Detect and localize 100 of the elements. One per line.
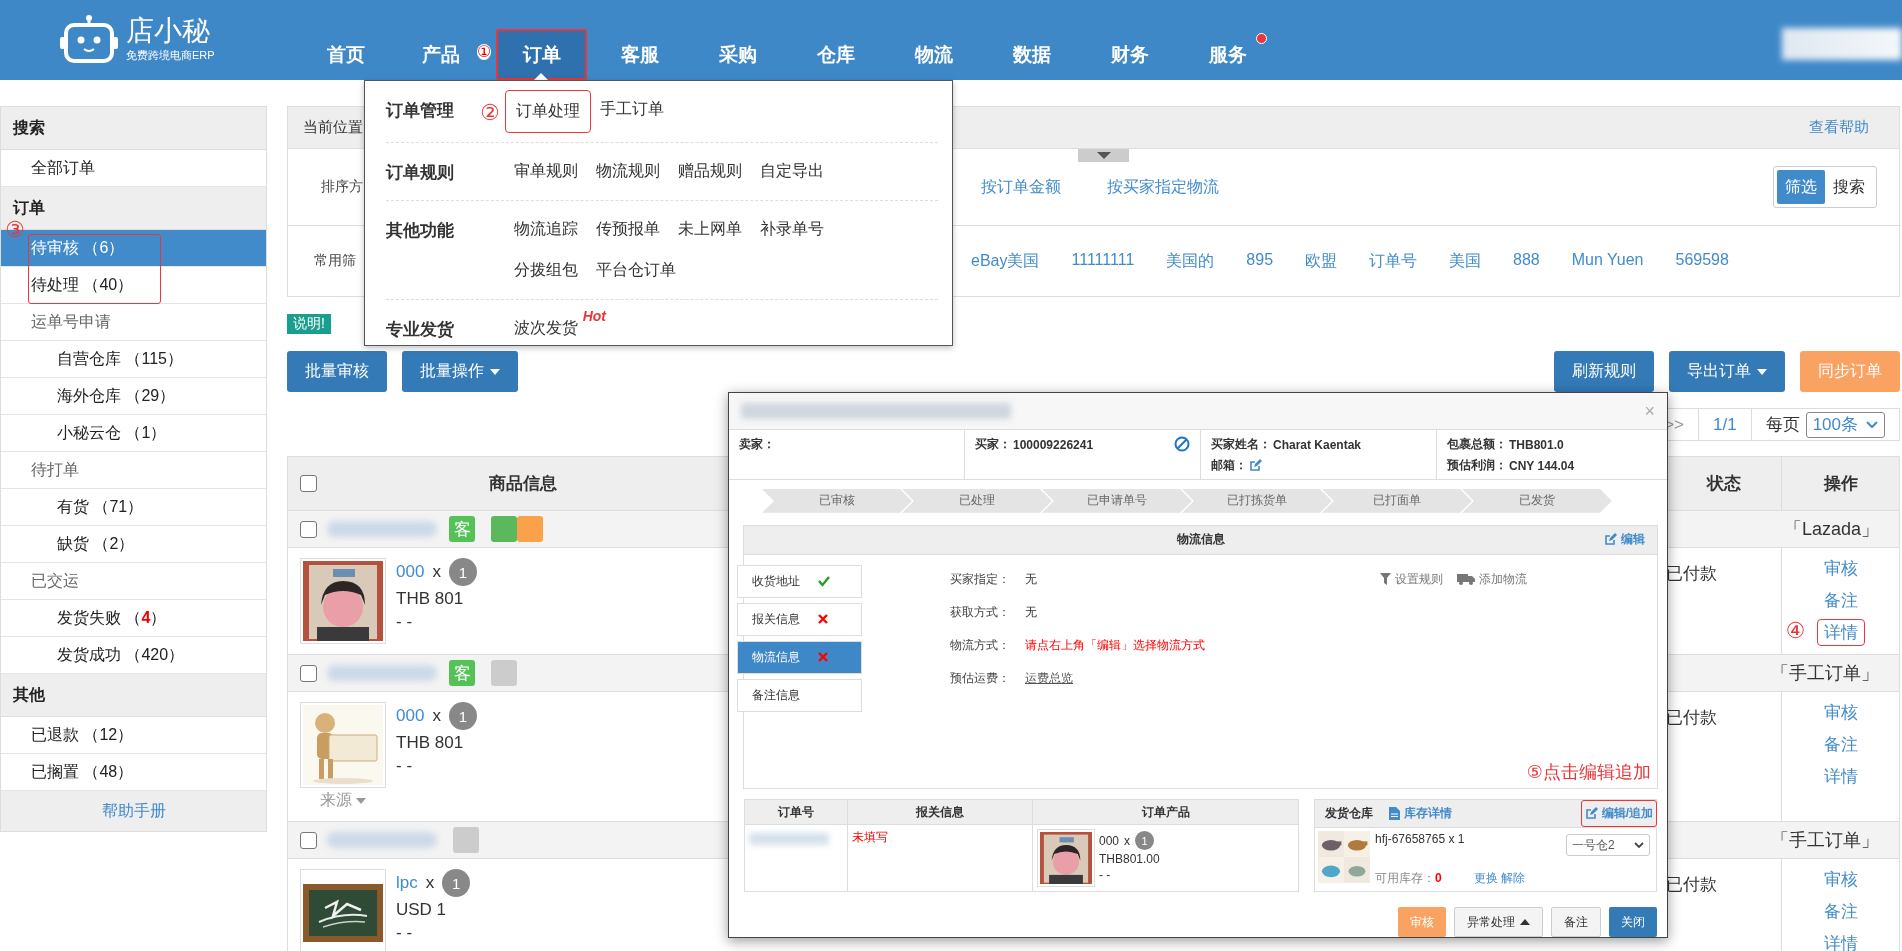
menu-item[interactable]: 订单处理 — [506, 91, 590, 132]
menu-item[interactable]: 审单规则 — [506, 153, 586, 190]
field-value: 无 — [1025, 570, 1037, 588]
dialog-button[interactable]: 异常处理 — [1454, 907, 1543, 937]
filter-option[interactable]: 欧盟 — [1305, 250, 1338, 272]
sort-option[interactable]: 按买家指定物流 — [1107, 176, 1219, 198]
dialog-button[interactable]: 审核 — [1398, 907, 1446, 937]
product-sku-link[interactable]: 000 — [396, 562, 425, 582]
warehouse-select[interactable]: 一号仓2 — [1566, 834, 1650, 856]
filter-option[interactable]: 美国 — [1449, 250, 1482, 272]
panel-title: 物流信息 — [1176, 531, 1225, 549]
step-marker: ① — [477, 44, 492, 60]
nav-tab[interactable]: 财务 — [1084, 29, 1175, 80]
filter-option[interactable]: 订单号 — [1369, 250, 1418, 272]
menu-item[interactable]: 物流追踪 — [506, 211, 586, 248]
action-link[interactable]: 备注 — [1817, 588, 1864, 613]
source-dropdown[interactable]: 来源 — [320, 790, 366, 811]
product-sku-link[interactable]: lpc — [396, 873, 418, 893]
toggle-button[interactable]: 筛选 — [1777, 170, 1825, 204]
toolbar-button[interactable]: 批量审核 — [287, 351, 387, 392]
checkbox[interactable] — [300, 664, 317, 682]
menu-item[interactable]: 补录单号 — [752, 211, 832, 248]
menu-item[interactable]: 未上网单 — [670, 211, 750, 248]
sidebar-item[interactable]: 缺货 （2） — [1, 526, 266, 563]
sidebar-item[interactable]: 待处理 （40） — [1, 267, 266, 304]
nav-tab[interactable]: 首页 — [300, 29, 391, 80]
sidebar-item[interactable]: 自营仓库 （115） — [1, 341, 266, 378]
help-manual-link[interactable]: 帮助手册 — [1, 791, 266, 831]
nav-tab[interactable]: 客服 — [594, 29, 685, 80]
nav-tab[interactable]: 订单 — [496, 29, 587, 80]
sort-option[interactable]: 按订单金额 — [981, 176, 1061, 198]
filter-option[interactable]: Mun Yuen — [1571, 250, 1644, 272]
toolbar-button[interactable]: 导出订单 — [1669, 351, 1785, 392]
nav-tab[interactable]: 数据 — [986, 29, 1077, 80]
menu-item[interactable]: 自定导出 — [752, 153, 832, 190]
menu-item[interactable]: 分拨组包 — [506, 252, 586, 289]
action-link[interactable]: 备注 — [1817, 732, 1864, 757]
stock-detail-link[interactable]: 库存详情 — [1389, 805, 1452, 822]
checkbox[interactable] — [300, 475, 317, 492]
menu-item[interactable]: 物流规则 — [588, 153, 668, 190]
nav-tab[interactable]: 物流 — [888, 29, 979, 80]
filter-option[interactable]: 895 — [1246, 250, 1274, 272]
action-link[interactable]: 备注 — [1817, 899, 1864, 924]
shipping-fee-link[interactable]: 运费总览 — [1025, 669, 1073, 687]
sidebar-item[interactable]: 已交运 — [1, 563, 266, 600]
nav-tab[interactable]: 产品 — [406, 29, 476, 80]
action-link[interactable]: 审核 — [1817, 700, 1864, 725]
menu-item[interactable]: 平台仓订单 — [588, 252, 684, 289]
tool-link[interactable]: 设置规则 — [1380, 570, 1443, 588]
filter-option[interactable]: eBay美国 — [971, 250, 1040, 272]
product-sku: 000 — [1099, 833, 1120, 848]
sidebar-item[interactable]: 待打单 — [1, 452, 266, 489]
quantity-badge: 1 — [448, 558, 477, 586]
menu-item[interactable]: 传预报单 — [588, 211, 668, 248]
checkbox[interactable] — [300, 831, 317, 849]
tool-link[interactable]: 添加物流 — [1457, 570, 1527, 588]
menu-group-label: 专业发货 — [386, 319, 455, 341]
sidebar-item[interactable]: 运单号申请 — [1, 304, 266, 341]
action-link[interactable]: 详情 — [1817, 764, 1864, 789]
collapse-tab[interactable] — [1078, 149, 1129, 162]
sidebar-item[interactable]: 发货失败 （4） — [1, 600, 266, 637]
sidebar-item[interactable]: 已退款 （12） — [1, 717, 266, 754]
menu-item[interactable]: 手工订单 — [592, 91, 672, 132]
filter-option[interactable]: 11111111 — [1071, 250, 1135, 272]
filter-option[interactable]: 美国的 — [1166, 250, 1215, 272]
nav-tab[interactable]: 采购 — [692, 29, 783, 80]
help-link[interactable]: 查看帮助 — [1809, 118, 1869, 137]
product-sku-link[interactable]: 000 — [396, 706, 425, 726]
action-link[interactable]: 详情 — [1817, 620, 1864, 645]
sidebar-item[interactable]: 有货 （71） — [1, 489, 266, 526]
filter-option[interactable]: 569598 — [1675, 250, 1729, 272]
section-tab[interactable]: 报关信息 — [737, 602, 862, 636]
nav-tab[interactable]: 仓库 — [790, 29, 881, 80]
checkbox[interactable] — [300, 520, 317, 538]
info-label: 包裹总额： — [1447, 436, 1507, 453]
toolbar-button[interactable]: 同步订单 — [1800, 351, 1900, 392]
info-value: CNY 144.04 — [1509, 458, 1575, 473]
dialog-button[interactable]: 关闭 — [1609, 907, 1657, 937]
edit-add-link[interactable]: 编辑/追加 — [1581, 801, 1656, 826]
section-tab[interactable]: 备注信息 — [737, 678, 862, 712]
stock-action-link[interactable]: 解除 — [1501, 871, 1525, 885]
stock-action-link[interactable]: 更换 — [1473, 871, 1498, 885]
filter-option[interactable]: 888 — [1513, 250, 1540, 272]
action-link[interactable]: 审核 — [1817, 556, 1864, 581]
toggle-button[interactable]: 搜索 — [1825, 170, 1873, 204]
toolbar-button[interactable]: 批量操作 — [402, 351, 518, 392]
toolbar-button[interactable]: 刷新规则 — [1554, 351, 1654, 392]
page-size-select[interactable]: 100条 — [1805, 411, 1885, 438]
menu-item[interactable]: 赠品规则 — [670, 153, 750, 190]
column-header: 订单号 — [745, 800, 848, 824]
section-tab[interactable]: 收货地址 — [737, 564, 862, 598]
sidebar-item[interactable]: 小秘云仓 （1） — [1, 415, 266, 452]
nav-tab[interactable]: 服务 — [1182, 29, 1273, 80]
edit-link[interactable]: 编辑 — [1604, 531, 1645, 549]
action-link[interactable]: 审核 — [1817, 867, 1864, 892]
action-link[interactable]: 详情 — [1817, 931, 1864, 951]
section-tab[interactable]: 物流信息 — [737, 640, 862, 674]
product-price: THB 801 — [396, 589, 465, 609]
sidebar-item[interactable]: 海外仓库 （29） — [1, 378, 266, 415]
dialog-button[interactable]: 备注 — [1551, 907, 1601, 937]
